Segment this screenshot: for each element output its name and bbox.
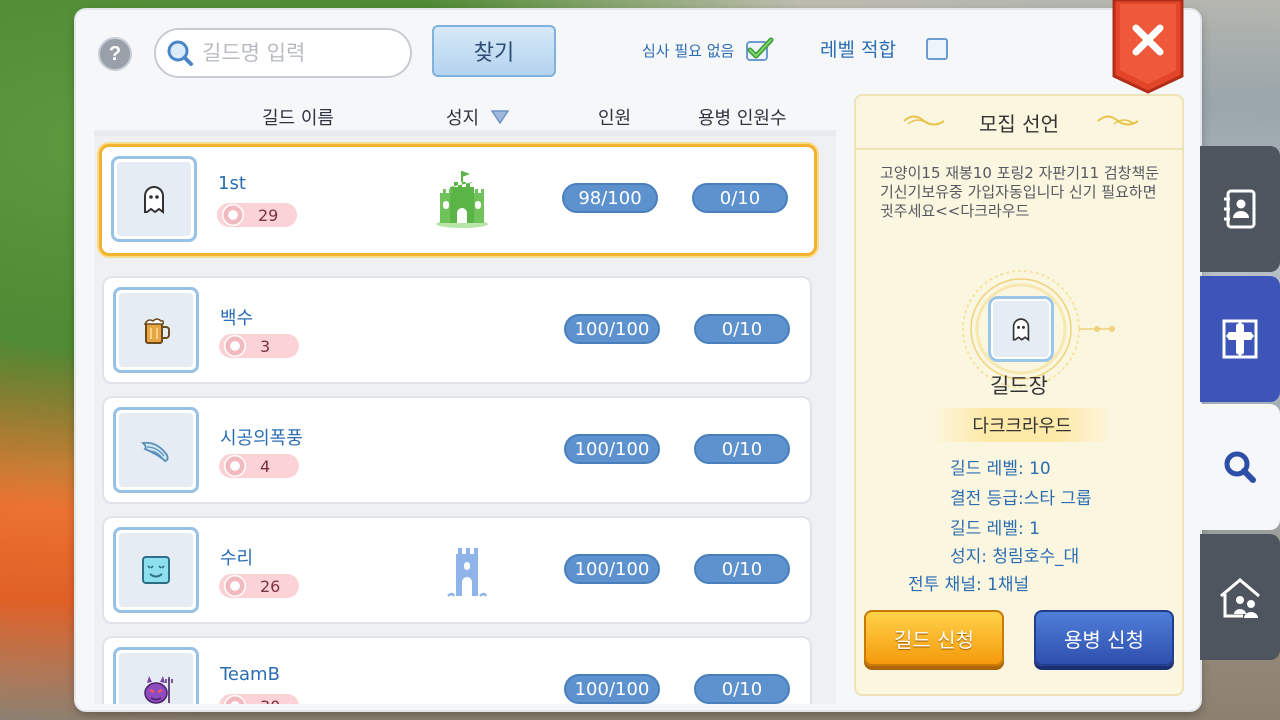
guild-level-value: 29 — [258, 205, 279, 225]
divider — [856, 148, 1182, 150]
guild-row[interactable]: TeamB 30 100/100 0/10 — [102, 636, 812, 704]
guild-level-icon — [222, 204, 244, 226]
info-battle-grade: 결전 등급:스타 그룹 — [950, 489, 1092, 509]
search-toolbar: ? 찾기 심사 필요 없음 레벨 적합 — [76, 0, 1200, 94]
find-button[interactable]: 찾기 — [432, 25, 556, 77]
guild-house-icon — [1220, 578, 1260, 618]
help-button[interactable]: ? — [98, 37, 132, 71]
tower-blue-icon — [447, 548, 488, 597]
guild-search-input[interactable] — [202, 41, 392, 65]
sort-triangle-icon[interactable] — [491, 110, 510, 124]
guild-level-value: 26 — [260, 576, 281, 596]
guild-emblem — [113, 407, 199, 493]
guild-level-badge: 29 — [217, 203, 297, 227]
level-fit-checkbox[interactable] — [925, 37, 948, 60]
mercenary-count: 0/10 — [694, 554, 790, 584]
guild-master-emblem — [988, 296, 1054, 362]
guild-level-badge: 30 — [219, 694, 299, 704]
guild-search-panel: ? 찾기 심사 필요 없음 레벨 적합 — [76, 0, 1200, 710]
search-icon — [1224, 451, 1256, 483]
tab-guild-emblem[interactable] — [1200, 276, 1280, 402]
guild-name: 수리 — [220, 548, 254, 569]
guild-level-badge: 3 — [219, 334, 299, 358]
recruitment-declaration-panel: 모집 선언 고양이15 재봉10 포링2 자판기11 검창책둔기신기보유중 가입… — [854, 94, 1184, 696]
beer-mug-icon — [143, 318, 170, 344]
info-guild-level: 길드 레벨: 10 — [950, 459, 1051, 479]
no-review-filter[interactable]: 심사 필요 없음 — [642, 37, 774, 63]
member-count: 98/100 — [562, 183, 658, 213]
header-holy-land[interactable]: 성지 — [446, 104, 510, 130]
guild-level-icon — [224, 575, 246, 597]
checkmark-icon[interactable] — [744, 37, 774, 63]
guild-emblem — [113, 287, 199, 373]
tab-guild-house[interactable] — [1200, 534, 1280, 660]
wing-icon — [141, 441, 169, 462]
mercenary-count: 0/10 — [692, 183, 788, 213]
apply-guild-button[interactable]: 길드 신청 — [864, 610, 1004, 666]
guild-level-value: 3 — [260, 336, 271, 356]
member-count: 100/100 — [564, 554, 660, 584]
header-holy-land-label: 성지 — [446, 108, 480, 129]
guild-level-icon — [224, 335, 246, 357]
level-fit-filter[interactable]: 레벨 적합 — [820, 35, 948, 62]
guild-emblem — [113, 647, 199, 704]
tab-guild-search[interactable] — [1200, 404, 1280, 530]
tab-guild-directory[interactable] — [1200, 146, 1280, 272]
guild-row[interactable]: 수리 26 100/100 0/10 — [102, 516, 812, 624]
mercenary-count: 0/10 — [694, 314, 790, 344]
guild-name: TeamB — [220, 664, 280, 685]
header-guild-name: 길드 이름 — [262, 108, 334, 129]
cross-shield-icon — [1222, 319, 1258, 359]
contact-book-icon — [1224, 189, 1256, 229]
castle-green-icon — [436, 171, 488, 228]
mercenary-count: 0/10 — [694, 434, 790, 464]
member-count: 100/100 — [564, 674, 660, 704]
guild-row[interactable]: 시공의폭풍 4 100/100 0/10 — [102, 396, 812, 504]
level-fit-label: 레벨 적합 — [820, 39, 896, 61]
recruitment-message: 고양이15 재봉10 포링2 자판기11 검창책둔기신기보유중 가입자동입니다 … — [880, 164, 1160, 220]
close-button[interactable] — [1112, 0, 1184, 94]
info-battle-channel: 전투 채널: 1채널 — [908, 575, 1030, 595]
guild-emblem — [111, 156, 197, 242]
guild-level-badge: 26 — [219, 574, 299, 598]
guild-search-field[interactable] — [154, 28, 412, 78]
guild-master-name: 다크크라우드 — [932, 408, 1112, 442]
guild-level-value: 4 — [260, 456, 271, 476]
guild-list[interactable]: 1st 29 98/100 0/10 백수 3 100/100 0/10 시공의… — [94, 136, 836, 704]
header-members: 인원 — [598, 108, 632, 129]
purple-devil-icon — [144, 676, 173, 704]
header-mercenary: 용병 인원수 — [698, 108, 787, 129]
info-holy-land: 성지: 청림호수_대 — [950, 547, 1080, 567]
guild-level-icon — [224, 455, 246, 477]
ghost-emblem-icon — [1012, 318, 1030, 342]
guild-name: 시공의폭풍 — [220, 428, 303, 449]
guild-row[interactable]: 백수 3 100/100 0/10 — [102, 276, 812, 384]
ornament-right-icon — [1097, 115, 1139, 126]
info-guild-level-2: 길드 레벨: 1 — [950, 519, 1040, 539]
guild-row[interactable]: 1st 29 98/100 0/10 — [99, 144, 817, 256]
smile-block-icon — [142, 556, 170, 584]
search-icon — [167, 40, 193, 66]
member-count: 100/100 — [564, 314, 660, 344]
guild-list-header: 길드 이름 성지 인원 용병 인원수 — [94, 94, 836, 136]
mercenary-count: 0/10 — [694, 674, 790, 704]
ghost-emblem-icon — [144, 186, 164, 214]
member-count: 100/100 — [564, 434, 660, 464]
guild-name: 1st — [218, 173, 246, 194]
apply-mercenary-button[interactable]: 용병 신청 — [1034, 610, 1174, 666]
guild-master-label: 길드장 — [990, 374, 1048, 398]
guild-name: 백수 — [220, 308, 254, 329]
guild-level-value: 30 — [260, 697, 280, 705]
guild-level-badge: 4 — [219, 454, 299, 478]
no-review-label: 심사 필요 없음 — [642, 41, 735, 60]
guild-level-icon — [224, 695, 246, 704]
guild-emblem — [113, 527, 199, 613]
